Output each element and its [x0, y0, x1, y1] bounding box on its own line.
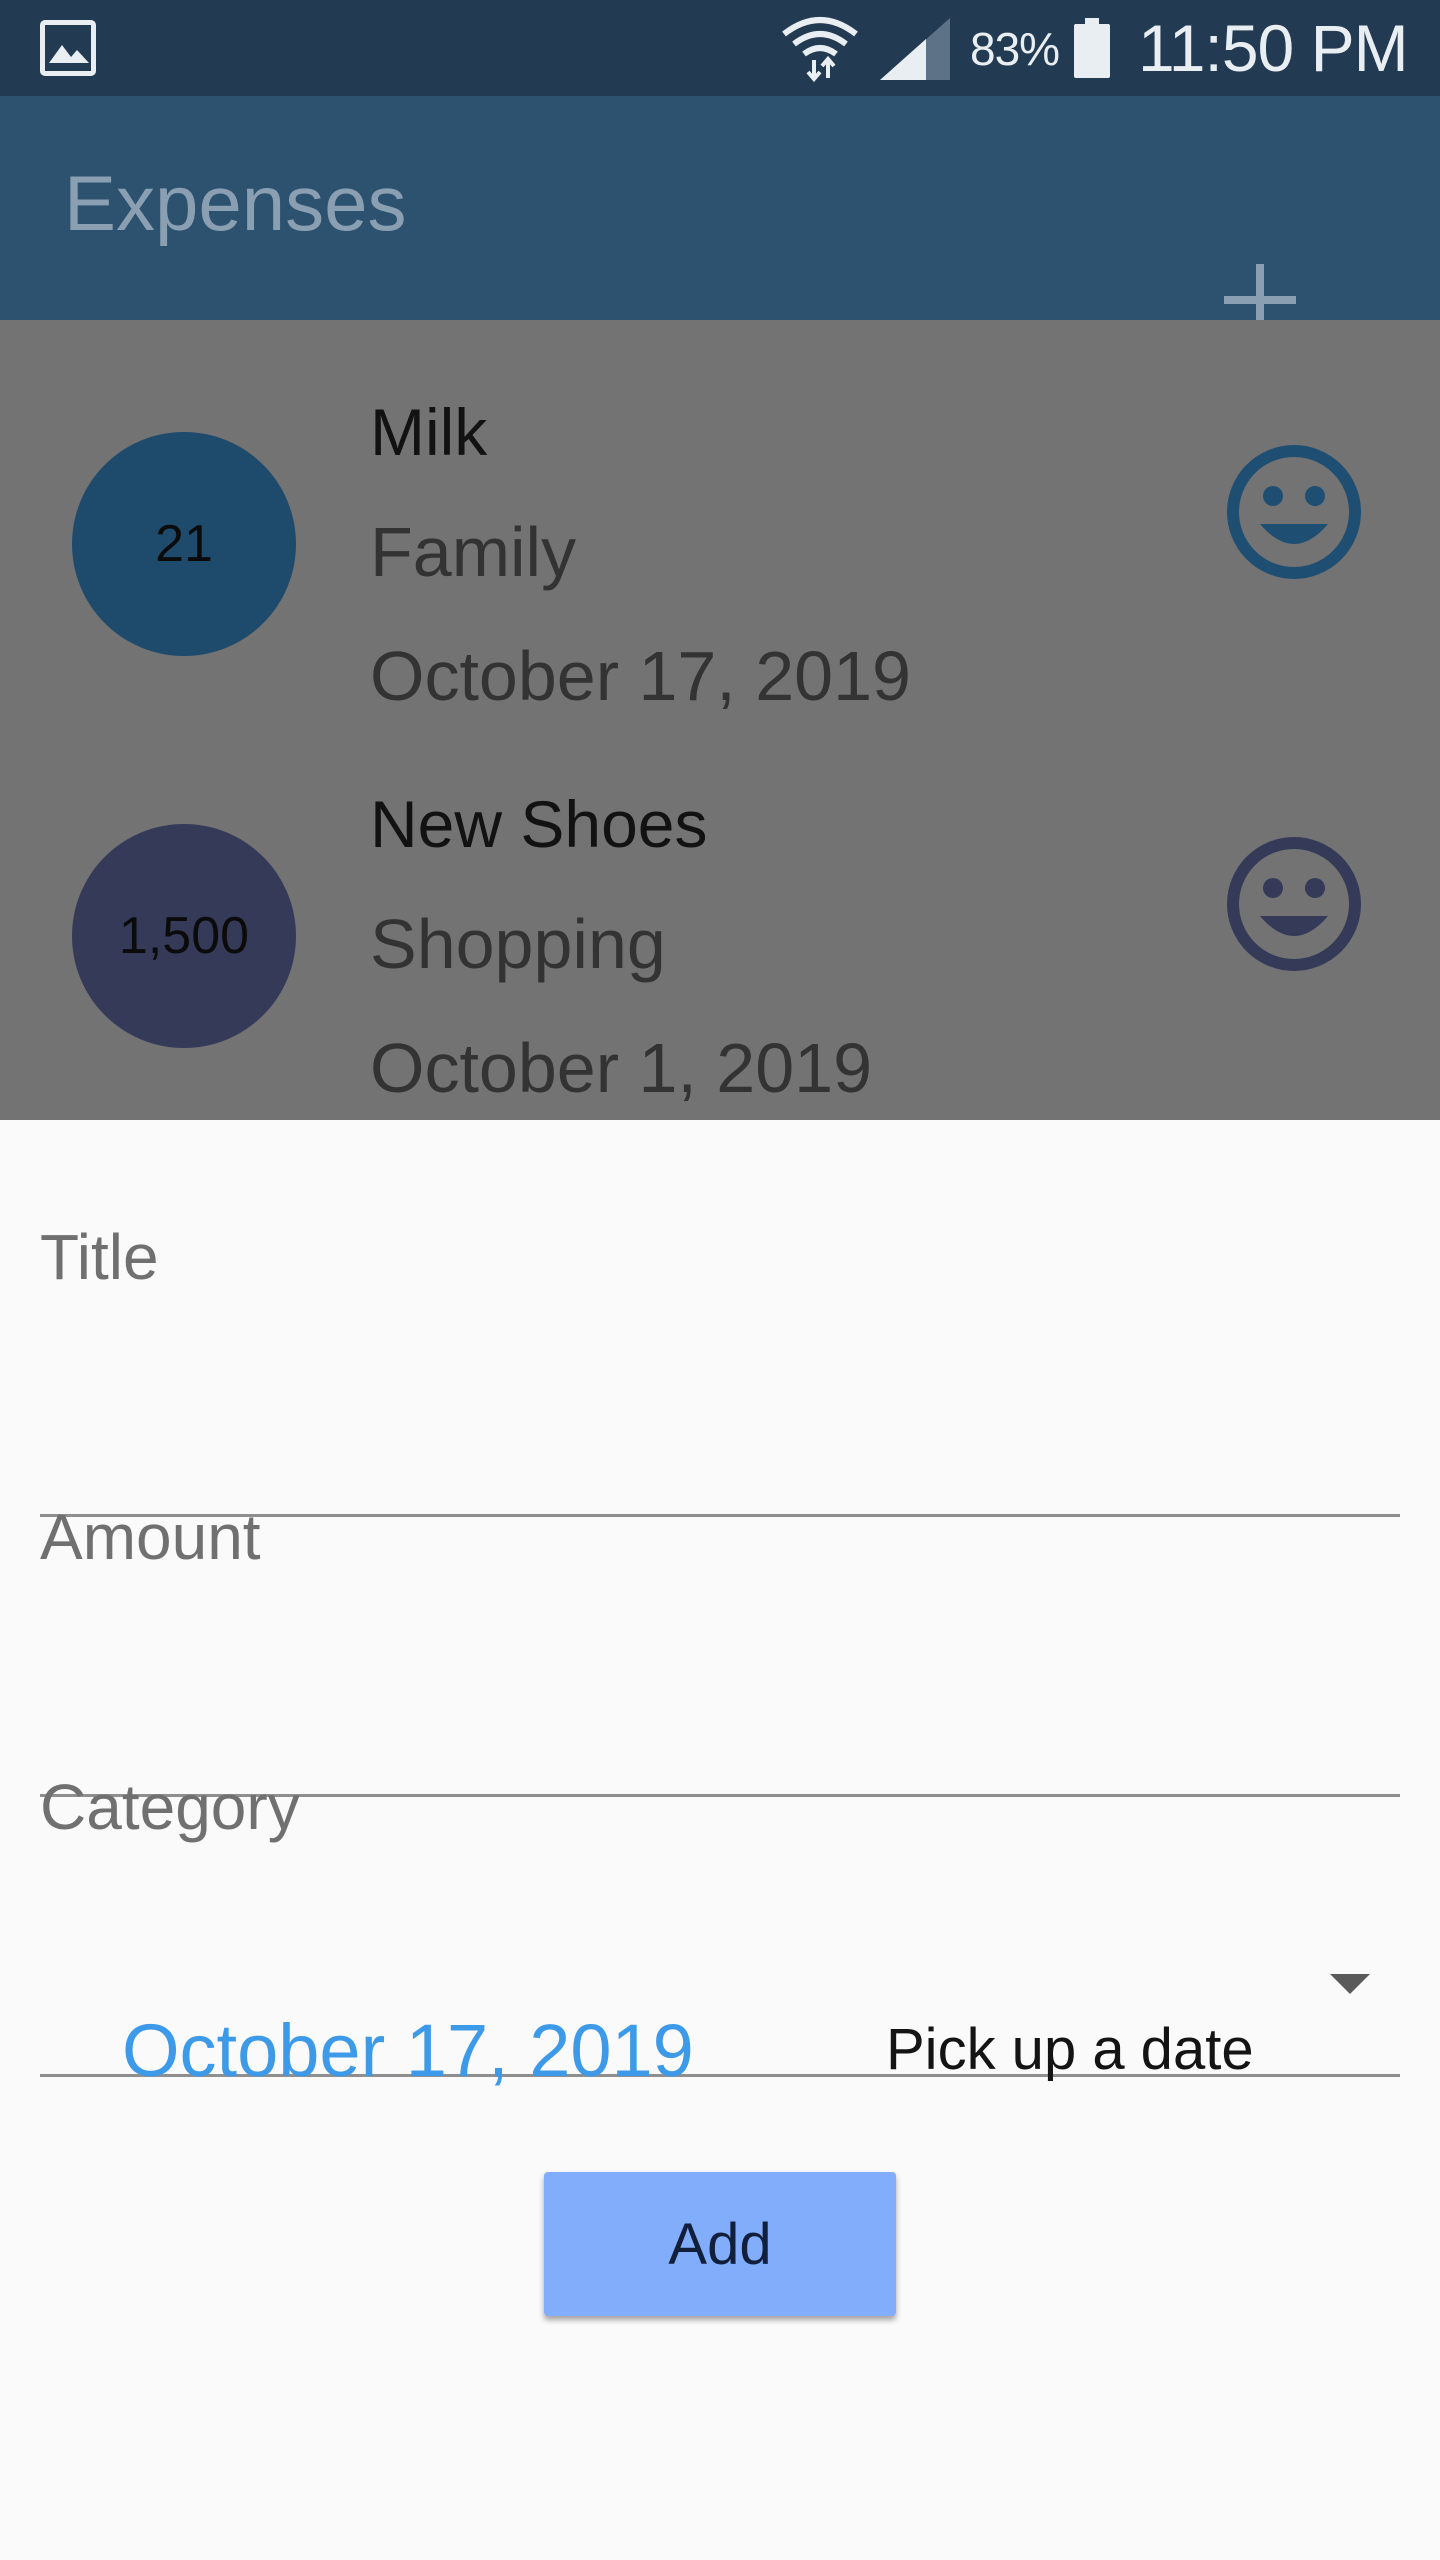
amount-input[interactable] — [40, 1500, 1400, 1670]
selected-date: October 17, 2019 — [122, 2009, 694, 2092]
title-field[interactable]: Title — [40, 1220, 1400, 1517]
title-input[interactable] — [40, 1220, 1400, 1390]
pick-date-button[interactable]: Pick up a date — [886, 2016, 1254, 2083]
category-label: Category — [40, 1771, 300, 1843]
expense-title: New Shoes — [370, 787, 708, 861]
amount-field[interactable]: Amount — [40, 1500, 1400, 1797]
amount-text: 21 — [155, 515, 213, 573]
dropdown-arrow-icon[interactable] — [1330, 1974, 1370, 1994]
category-dropdown[interactable]: Category — [40, 1770, 1400, 2077]
add-button[interactable]: Add — [544, 2172, 896, 2316]
list-item[interactable]: 21 Milk Family October 17, 2019 — [0, 320, 1440, 715]
status-bar: 83% 11:50 PM — [0, 0, 1440, 96]
add-expense-sheet: Title Amount Category October 17, 2019 P… — [0, 1120, 1440, 2560]
expense-date: October 17, 2019 — [370, 637, 911, 715]
expense-date: October 1, 2019 — [370, 1029, 872, 1107]
gallery-notification-icon — [40, 20, 96, 76]
battery-icon — [1074, 18, 1110, 78]
list-item[interactable]: 1,500 New Shoes Shopping October 1, 2019 — [0, 712, 1440, 1107]
signal-icon — [880, 18, 950, 80]
smiley-icon[interactable] — [1226, 836, 1362, 972]
expense-category: Family — [370, 513, 577, 591]
amount-avatar: 21 — [72, 432, 296, 656]
wifi-icon — [782, 17, 858, 82]
clock: 11:50 PM — [1138, 11, 1409, 85]
expense-list: 21 Milk Family October 17, 2019 1,500 Ne… — [0, 320, 1440, 1120]
expense-title: Milk — [370, 395, 488, 469]
amount-text: 1,500 — [118, 907, 250, 965]
page-title: Expenses — [64, 159, 407, 247]
app-bar: Expenses — [0, 96, 1440, 336]
expense-category: Shopping — [370, 905, 666, 983]
amount-avatar: 1,500 — [72, 824, 296, 1048]
smiley-icon[interactable] — [1226, 444, 1362, 580]
battery-percentage: 83% — [970, 23, 1060, 75]
